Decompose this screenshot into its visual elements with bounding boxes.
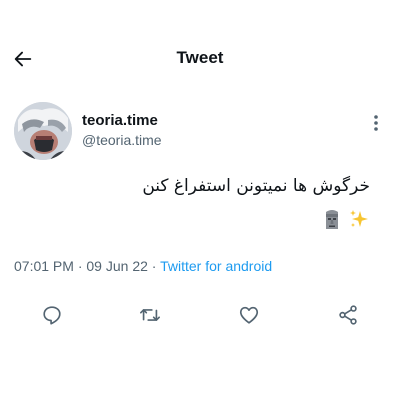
retweet-button[interactable] bbox=[137, 302, 163, 328]
avatar[interactable] bbox=[14, 102, 72, 160]
tweet-text: خرگوش ها نمیتونن استفراغ کنن bbox=[142, 176, 370, 196]
tweet-emojis bbox=[322, 208, 370, 230]
tweet-author: teoria.time @teoria.time bbox=[0, 100, 400, 164]
tweet-actions bbox=[0, 298, 400, 332]
moai-icon bbox=[326, 210, 338, 229]
reply-icon bbox=[43, 306, 61, 325]
like-button[interactable] bbox=[236, 302, 262, 328]
tweet-source-link[interactable]: Twitter for android bbox=[160, 258, 272, 274]
tweet-time: 07:01 PM bbox=[14, 258, 74, 274]
heart-icon bbox=[239, 306, 259, 324]
sparkles-icon bbox=[350, 210, 368, 227]
more-vertical-icon bbox=[374, 115, 378, 131]
meta-separator: · bbox=[73, 258, 87, 274]
meta-separator: · bbox=[147, 258, 161, 274]
user-handle[interactable]: @teoria.time bbox=[82, 132, 162, 148]
reply-button[interactable] bbox=[39, 302, 65, 328]
display-name[interactable]: teoria.time bbox=[82, 112, 158, 129]
page-title: Tweet bbox=[176, 48, 224, 67]
more-options-button[interactable] bbox=[366, 110, 386, 136]
tweet-meta: 07:01 PM · 09 Jun 22 · Twitter for andro… bbox=[14, 258, 272, 274]
tweet-date: 09 Jun 22 bbox=[86, 258, 148, 274]
share-button[interactable] bbox=[335, 302, 361, 328]
tweet-header: Tweet bbox=[0, 0, 400, 100]
share-icon bbox=[339, 305, 357, 325]
retweet-icon bbox=[140, 309, 160, 321]
